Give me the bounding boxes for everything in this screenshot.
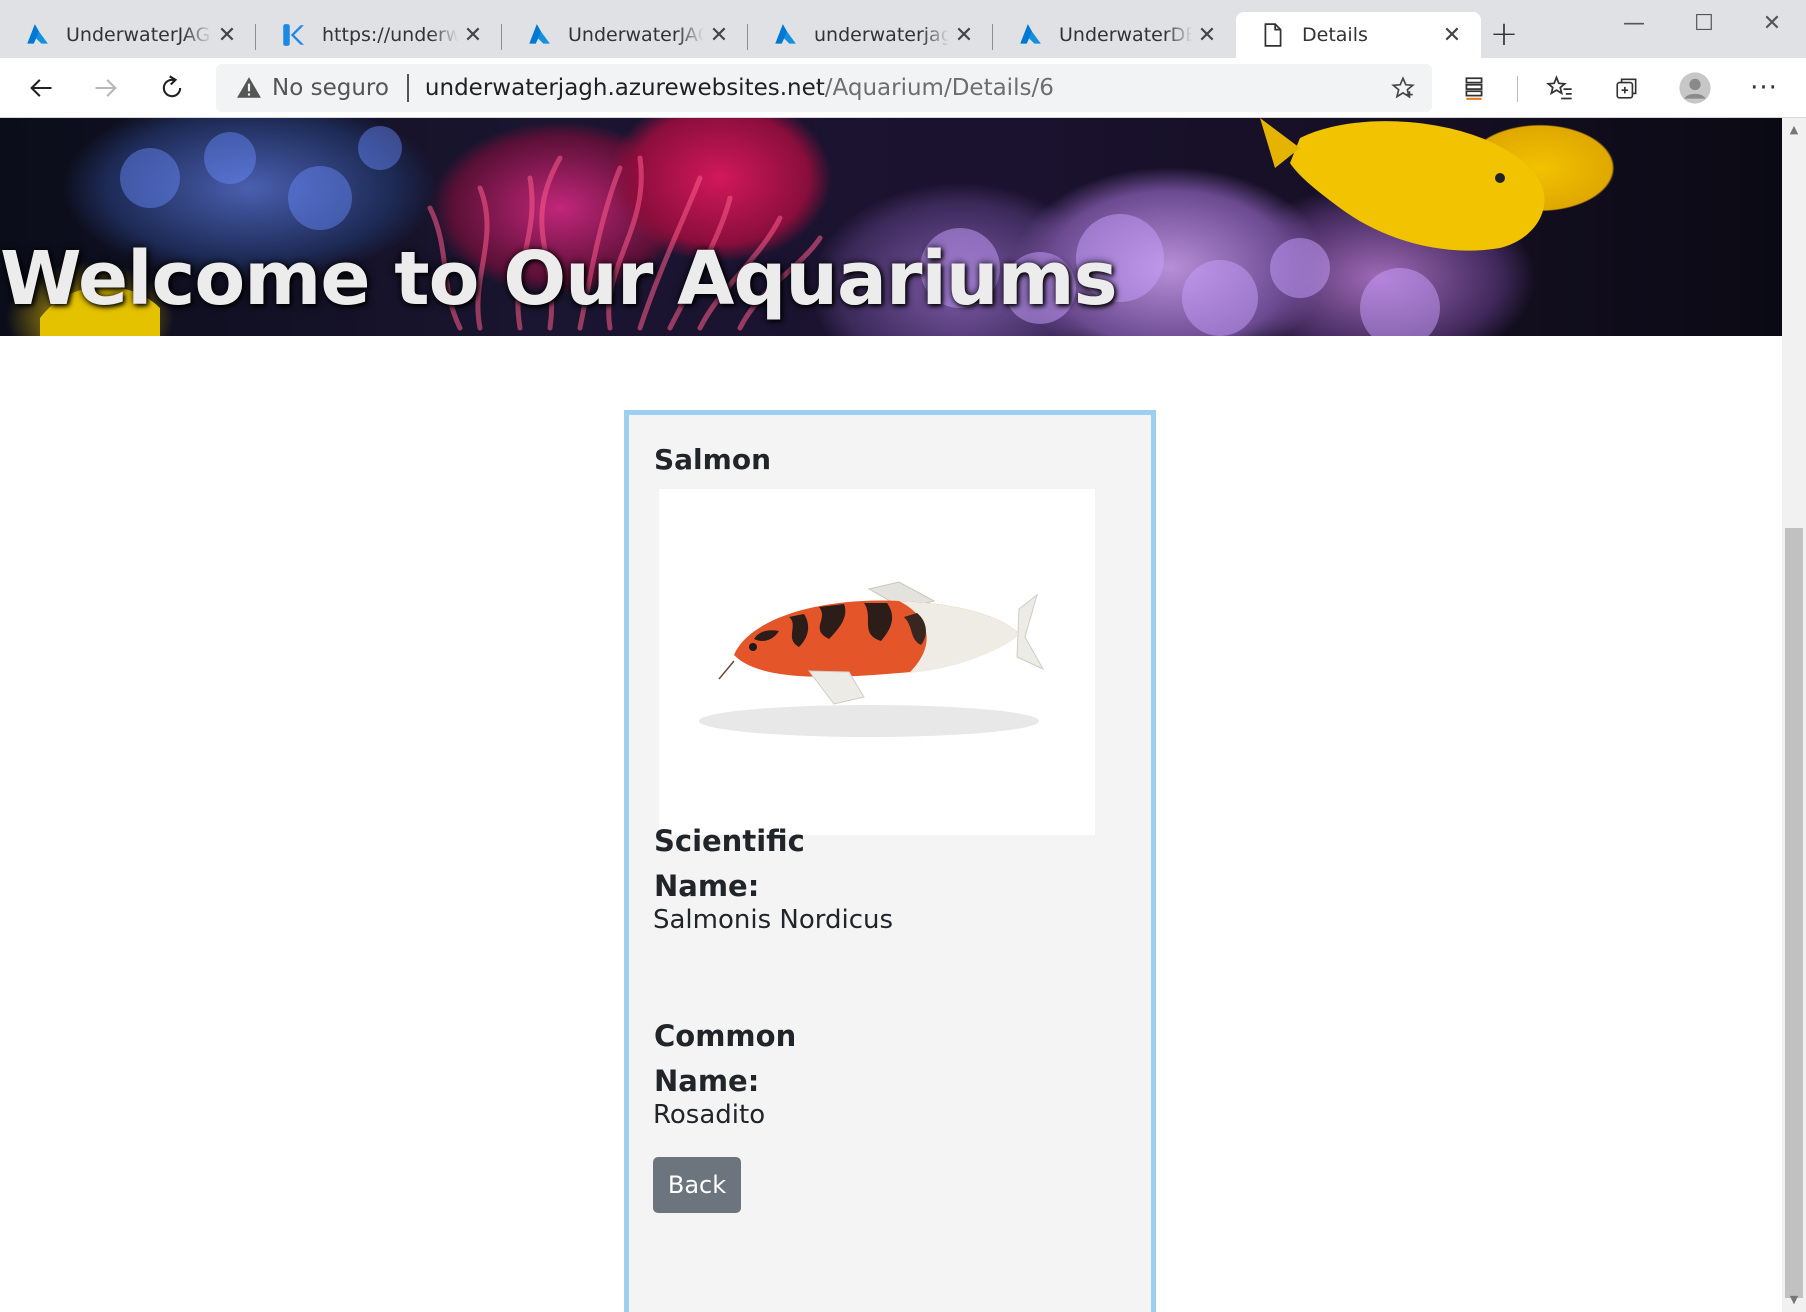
tab-underwaterjagh-3[interactable]: underwaterjagh - ✕ — [748, 12, 993, 58]
collections-icon — [1616, 78, 1637, 99]
common-name-label: Common Name: — [654, 1019, 797, 1098]
close-icon[interactable]: ✕ — [1437, 23, 1467, 48]
security-label[interactable]: No seguro — [272, 75, 389, 101]
reload-button[interactable] — [150, 66, 194, 110]
tab-underwaterjagh-1[interactable]: UnderwaterJAGH - ✕ — [0, 12, 256, 58]
fish-name: Salmon — [654, 443, 772, 476]
favorites-icon — [1546, 75, 1572, 100]
vertical-scrollbar[interactable]: ▲ ▼ — [1782, 118, 1806, 1312]
tab-underwaterjagh-2[interactable]: UnderwaterJAGH - ✕ — [502, 12, 748, 58]
back-nav-button[interactable] — [19, 66, 63, 110]
fish-image — [659, 489, 1095, 835]
url-path: /Aquarium/Details/6 — [824, 75, 1054, 101]
azure-icon — [775, 24, 796, 44]
favorite-add-icon[interactable] — [1390, 75, 1416, 101]
url-host: underwaterjagh.azurewebsites.net — [424, 75, 825, 101]
scroll-up-arrow-icon[interactable]: ▲ — [1782, 120, 1806, 140]
close-icon[interactable]: ✕ — [212, 23, 242, 48]
scientific-name-label: Scientific Name: — [654, 824, 805, 903]
common-name-value: Rosadito — [653, 1100, 766, 1130]
scroll-down-arrow-icon[interactable]: ▼ — [1782, 1290, 1806, 1310]
more-icon: ··· — [1750, 73, 1778, 103]
arrow-left-icon — [30, 79, 52, 97]
address-bar[interactable]: No seguro underwaterjagh.azurewebsites.n… — [216, 64, 1432, 112]
detail-card: Salmon Scientific Name: Salmonis Nordicu… — [624, 410, 1156, 1312]
menu-button[interactable]: ··· — [1742, 66, 1786, 110]
page-title: Welcome to Our Aquariums — [0, 236, 1118, 322]
azure-icon — [27, 24, 48, 44]
tab-title: UnderwaterDB (ur — [1059, 24, 1192, 46]
extension-button[interactable] — [1452, 66, 1496, 110]
new-tab-button[interactable]: + — [1484, 14, 1524, 54]
refresh-icon — [162, 75, 182, 98]
collections-button[interactable] — [1605, 66, 1649, 110]
page-icon — [1264, 23, 1282, 47]
scientific-name-value: Salmonis Nordicus — [653, 905, 894, 935]
warning-icon — [237, 77, 261, 98]
tab-kudu[interactable]: https://underwater ✕ — [256, 12, 502, 58]
tab-title: https://underwater — [322, 24, 458, 46]
close-icon[interactable]: ✕ — [949, 23, 979, 48]
favorites-button[interactable] — [1538, 66, 1582, 110]
close-window-button[interactable]: ✕ — [1742, 6, 1802, 42]
kudu-icon — [283, 24, 304, 46]
close-icon[interactable]: ✕ — [458, 23, 488, 48]
maximize-button[interactable]: ☐ — [1674, 6, 1734, 42]
tab-strip: UnderwaterJAGH - ✕ https://underwater ✕ … — [0, 0, 1806, 58]
azure-icon — [529, 24, 550, 44]
tab-title: UnderwaterJAGH - — [568, 24, 704, 46]
tab-title: underwaterjagh - — [814, 24, 949, 46]
koi-fish-image — [699, 581, 1045, 737]
azure-icon — [1020, 24, 1041, 44]
close-icon[interactable]: ✕ — [704, 23, 734, 48]
avatar-icon — [1679, 72, 1711, 104]
forward-nav-button[interactable] — [84, 66, 128, 110]
minimize-button[interactable]: — — [1604, 6, 1664, 42]
tab-title: Details — [1302, 24, 1368, 46]
back-button[interactable]: Back — [653, 1157, 741, 1213]
database-icon — [1465, 77, 1483, 100]
browser-toolbar: No seguro underwaterjagh.azurewebsites.n… — [0, 58, 1806, 118]
scrollbar-thumb[interactable] — [1785, 528, 1803, 1298]
page-viewport: Welcome to Our Aquariums Salmon Scientif… — [0, 118, 1782, 1312]
arrow-right-icon — [95, 79, 117, 97]
profile-button[interactable] — [1673, 66, 1717, 110]
close-icon[interactable]: ✕ — [1192, 23, 1222, 48]
tab-title: UnderwaterJAGH - — [66, 24, 212, 46]
tab-underwaterdb[interactable]: UnderwaterDB (ur ✕ — [993, 12, 1236, 58]
tab-details[interactable]: Details ✕ — [1236, 12, 1481, 58]
hero-banner: Welcome to Our Aquariums — [0, 118, 1782, 336]
